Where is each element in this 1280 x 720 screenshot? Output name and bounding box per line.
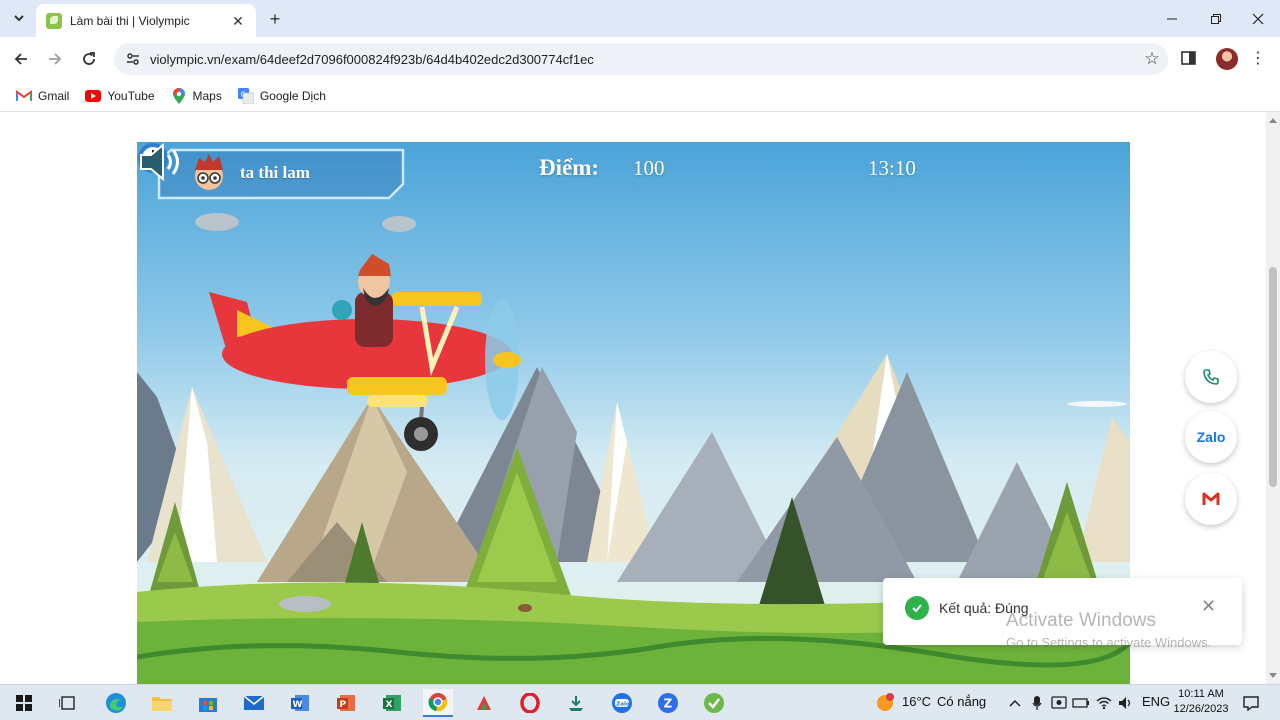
minimize-button[interactable] xyxy=(1150,0,1194,37)
excel-taskbar-icon[interactable]: X xyxy=(377,689,407,717)
notification-icon[interactable] xyxy=(1236,689,1266,717)
app-green-taskbar-icon[interactable] xyxy=(699,689,729,717)
site-info-icon[interactable] xyxy=(118,51,148,67)
windows-taskbar: W P X Zalo Z 16°C Có nắng ENG 10:11 AM 1… xyxy=(0,684,1280,720)
minimize-icon xyxy=(1167,18,1177,19)
profile-avatar[interactable] xyxy=(1216,48,1238,70)
timer-value: 13:10 xyxy=(868,156,916,180)
toast-message: Kết quả: Đúng xyxy=(939,600,1029,616)
close-icon xyxy=(1252,13,1264,24)
arrow-left-icon xyxy=(14,53,27,65)
task-view-button[interactable] xyxy=(53,689,83,717)
task-view-icon xyxy=(59,696,75,710)
reload-button[interactable] xyxy=(74,44,104,74)
mail-taskbar-icon[interactable] xyxy=(239,689,269,717)
scroll-down-arrow-icon[interactable] xyxy=(1269,673,1277,678)
zalo-label: Zalo xyxy=(1196,429,1226,445)
svg-text:P: P xyxy=(340,700,347,710)
svg-text:Zalo: Zalo xyxy=(616,702,630,708)
weather-condition: Có nắng xyxy=(937,694,987,709)
edge-taskbar-icon[interactable] xyxy=(101,689,131,717)
scrollbar-thumb[interactable] xyxy=(1269,267,1277,487)
gmail-icon xyxy=(16,88,32,104)
powerpoint-taskbar-icon[interactable]: P xyxy=(331,689,361,717)
download-app-taskbar-icon[interactable] xyxy=(561,689,591,717)
youtube-icon xyxy=(85,88,102,104)
zalo-contact-button[interactable]: Zalo xyxy=(1185,411,1237,463)
player-avatar-icon xyxy=(195,154,223,190)
input-language[interactable]: ENG xyxy=(1142,694,1170,709)
chrome-taskbar-icon[interactable] xyxy=(423,689,453,717)
clock-time: 10:11 AM xyxy=(1178,688,1224,700)
zalo-taskbar-icon[interactable]: Zalo xyxy=(607,689,637,717)
tab-search-button[interactable] xyxy=(6,6,32,30)
new-tab-button[interactable]: + xyxy=(264,8,286,30)
bookmarks-bar: Gmail YouTube Maps G Google Dịch xyxy=(0,81,1280,112)
bookmark-label: YouTube xyxy=(107,89,155,103)
svg-text:W: W xyxy=(293,700,303,710)
scroll-up-arrow-icon[interactable] xyxy=(1269,118,1277,123)
toast-close-icon[interactable]: ✕ xyxy=(1201,596,1216,617)
arrow-right-icon xyxy=(49,53,62,65)
start-button[interactable] xyxy=(9,689,39,717)
app-taskbar-icon[interactable] xyxy=(469,689,499,717)
bookmark-label: Maps xyxy=(192,89,222,103)
forward-button[interactable] xyxy=(40,44,70,74)
restore-icon xyxy=(1211,13,1221,24)
bookmark-gmail[interactable]: Gmail xyxy=(10,84,75,108)
player-name: ta thi lam xyxy=(240,163,310,182)
phone-icon xyxy=(1203,369,1219,385)
weather-temperature: 16°C xyxy=(902,694,932,709)
active-tab[interactable]: Làm bài thi | Violympic ✕ xyxy=(36,4,256,37)
bookmark-star-icon[interactable]: ☆ xyxy=(1136,49,1168,69)
volume-icon[interactable] xyxy=(1111,689,1141,717)
violympic-favicon-icon xyxy=(46,12,62,29)
side-panel-icon[interactable] xyxy=(1180,50,1198,66)
tab-strip: Làm bài thi | Violympic ✕ + xyxy=(0,0,1280,37)
bookmark-google-translate[interactable]: G Google Dịch xyxy=(232,84,332,108)
svg-text:Z: Z xyxy=(664,697,673,711)
file-explorer-taskbar-icon[interactable] xyxy=(147,689,177,717)
bookmark-youtube[interactable]: YouTube xyxy=(79,84,160,108)
bookmark-label: Gmail xyxy=(38,89,70,103)
store-taskbar-icon[interactable] xyxy=(193,689,223,717)
page-scrollbar[interactable] xyxy=(1266,112,1280,684)
phone-contact-button[interactable] xyxy=(1185,351,1237,403)
back-button[interactable] xyxy=(6,44,36,74)
mountains-far xyxy=(137,354,1130,562)
clock-date: 12/26/2023 xyxy=(1173,703,1229,715)
reload-icon xyxy=(83,52,95,65)
close-window-button[interactable] xyxy=(1236,0,1280,37)
tab-title: Làm bài thi | Violympic xyxy=(70,13,190,28)
google-translate-icon: G xyxy=(237,88,254,104)
windows-logo-icon xyxy=(16,695,32,711)
weather-icon[interactable] xyxy=(870,689,900,717)
url-text: violympic.vn/exam/64deef2d7096f000824f92… xyxy=(150,51,594,67)
maps-icon xyxy=(171,88,187,104)
taskbar-clock[interactable]: 10:11 AM 12/26/2023 xyxy=(1172,687,1230,717)
gmail-contact-button[interactable] xyxy=(1185,473,1237,525)
bookmark-maps[interactable]: Maps xyxy=(165,84,228,108)
svg-text:X: X xyxy=(386,700,393,710)
result-toast: Kết quả: Đúng ✕ xyxy=(883,578,1242,645)
check-circle-icon xyxy=(905,596,929,620)
speaker-icon[interactable] xyxy=(137,142,187,182)
chevron-down-icon xyxy=(14,15,24,22)
zoom-taskbar-icon[interactable]: Z xyxy=(653,689,683,717)
browser-toolbar: violympic.vn/exam/64deef2d7096f000824f92… xyxy=(0,37,1280,81)
address-bar[interactable]: violympic.vn/exam/64deef2d7096f000824f92… xyxy=(114,43,1168,75)
more-menu-icon[interactable]: ⋮ xyxy=(1250,48,1266,70)
opera-taskbar-icon[interactable] xyxy=(515,689,545,717)
tab-close-icon[interactable]: ✕ xyxy=(230,13,246,29)
score-label: Điểm: xyxy=(539,155,600,180)
gmail-icon xyxy=(1202,492,1220,505)
score-value: 100 xyxy=(633,156,665,180)
bookmark-label: Google Dịch xyxy=(259,89,326,103)
restore-button[interactable] xyxy=(1194,0,1238,37)
svg-text:G: G xyxy=(240,91,245,99)
word-taskbar-icon[interactable]: W xyxy=(285,689,315,717)
